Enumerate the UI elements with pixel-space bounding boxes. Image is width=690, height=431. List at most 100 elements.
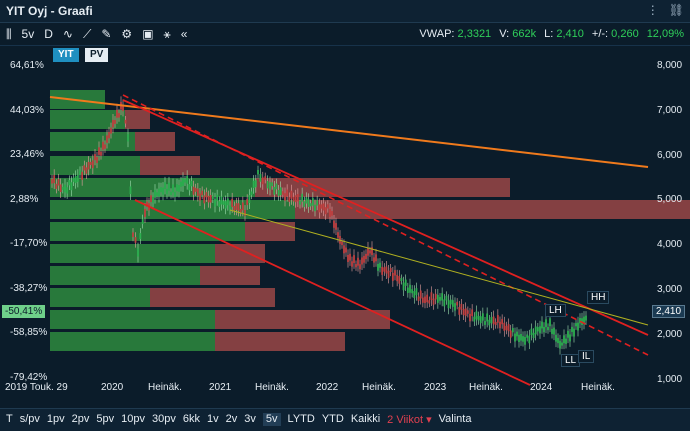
indicator-icon[interactable]: ∿: [63, 27, 73, 42]
candle-body: [316, 200, 319, 206]
candle-body: [518, 334, 520, 343]
candle-body: [184, 179, 186, 183]
x-axis-label: Heinäk.: [469, 382, 503, 393]
chart-type-icon[interactable]: ⫼: [6, 27, 12, 42]
candle-body: [484, 321, 486, 325]
candle-body: [347, 254, 349, 263]
candle-body: [257, 169, 259, 175]
candle-body: [220, 196, 223, 205]
candle-body: [116, 109, 118, 118]
candle-body: [445, 295, 448, 301]
candle-body: [335, 223, 337, 230]
candle-body: [76, 174, 79, 182]
annotation-il: IL: [578, 350, 595, 363]
range-button[interactable]: 2v: [226, 413, 238, 426]
candle-body: [447, 300, 450, 309]
candle-body: [534, 326, 537, 335]
candle-body: [391, 272, 394, 281]
export-icon[interactable]: ▣: [142, 27, 153, 42]
range-button[interactable]: 5v: [262, 413, 281, 426]
candle-body: [154, 189, 156, 198]
candle-body: [492, 316, 495, 325]
candle-body: [539, 326, 541, 334]
candle-body: [203, 195, 206, 204]
candle-body: [526, 334, 529, 338]
candle-body: [170, 191, 172, 195]
candle-body: [259, 173, 262, 182]
candle-body: [543, 326, 545, 333]
candle-body: [194, 187, 197, 192]
candle-body: [201, 190, 204, 196]
range-button[interactable]: LYTD: [288, 413, 315, 426]
candle-body: [479, 316, 482, 324]
range-button[interactable]: Kaikki: [351, 413, 380, 426]
candle-body: [421, 297, 424, 303]
gear-icon[interactable]: ⚙: [121, 27, 132, 42]
candle-body: [567, 330, 569, 338]
range-button[interactable]: Valinta: [439, 413, 472, 426]
candle-body: [501, 318, 504, 325]
candle-body: [244, 210, 246, 216]
trendline-icon[interactable]: ⟋: [83, 27, 91, 42]
candle-body: [64, 184, 66, 193]
period-selector[interactable]: 5v: [22, 27, 35, 42]
candle-body: [277, 189, 280, 196]
left-current-pct: -50,41%: [2, 305, 46, 318]
interval-selector[interactable]: D: [44, 27, 53, 42]
x-axis-label: 2020: [101, 382, 124, 393]
volume-profile-buy: [50, 200, 295, 219]
candle-body: [83, 165, 86, 171]
range-button[interactable]: T: [6, 413, 13, 426]
range-button[interactable]: 1pv: [47, 413, 65, 426]
candle-body: [252, 180, 255, 189]
candle-body: [286, 189, 289, 197]
candle-body: [449, 299, 452, 305]
range-button[interactable]: 6kk: [183, 413, 200, 426]
candle-body: [211, 195, 214, 200]
candle-body: [301, 193, 304, 202]
candle-body: [132, 232, 134, 238]
candle-body: [532, 332, 535, 338]
menu-icon[interactable]: ⋮: [647, 3, 659, 17]
volume-profile-sell: [200, 266, 260, 285]
candle-body: [216, 194, 219, 201]
candle-body: [505, 325, 508, 331]
range-button[interactable]: 10pv: [121, 413, 145, 426]
range-button[interactable]: s/pv: [20, 413, 40, 426]
range-button[interactable]: 2 Viikot ▾: [387, 413, 431, 426]
candle-body: [192, 186, 195, 195]
candle-body: [91, 160, 94, 169]
candle-body: [139, 233, 142, 240]
collapse-icon[interactable]: «: [181, 27, 188, 42]
range-button[interactable]: 5pv: [96, 413, 114, 426]
candle-body: [469, 313, 471, 322]
candle-body: [424, 296, 426, 304]
range-button[interactable]: 1v: [207, 413, 219, 426]
compare-icon[interactable]: ⚹: [164, 27, 171, 42]
candle-body: [353, 255, 355, 263]
right-axis-label: 4,000: [657, 239, 683, 251]
candle-body: [134, 237, 137, 243]
left-axis-label: 2,88%: [10, 193, 39, 205]
candle-body: [66, 187, 69, 194]
candle-body: [494, 321, 497, 326]
link-icon[interactable]: ⛓: [669, 3, 684, 17]
candle-body: [224, 201, 227, 209]
candle-body: [241, 202, 244, 211]
pencil-icon[interactable]: ✎: [101, 27, 111, 42]
candle-body: [152, 197, 154, 203]
candle-body: [579, 317, 581, 324]
volume-profile-sell: [215, 332, 345, 351]
candle-body: [72, 177, 75, 182]
candle-body: [98, 147, 100, 155]
candle-body: [331, 210, 333, 216]
candle-body: [343, 245, 345, 254]
left-axis-label: 64,61%: [10, 60, 44, 71]
candle-body: [271, 182, 274, 187]
range-button[interactable]: 3v: [244, 413, 256, 426]
range-button[interactable]: YTD: [322, 413, 344, 426]
candle-body: [511, 328, 514, 333]
candle-body: [379, 262, 381, 268]
range-button[interactable]: 2pv: [72, 413, 90, 426]
range-button[interactable]: 30pv: [152, 413, 176, 426]
